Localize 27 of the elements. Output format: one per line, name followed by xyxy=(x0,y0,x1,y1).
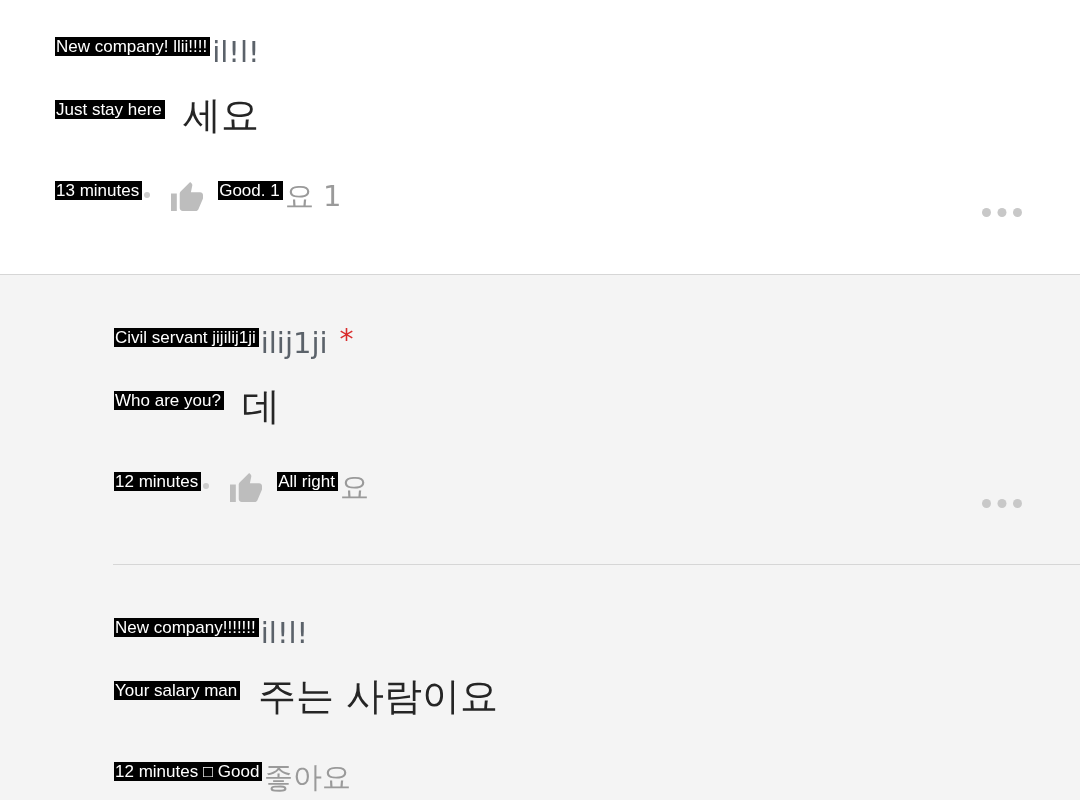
more-options-icon[interactable] xyxy=(982,499,1022,508)
asterisk-mark: * xyxy=(339,324,354,356)
username: il!l! xyxy=(212,36,260,68)
comment-text: 데 xyxy=(241,383,280,430)
translation-label: Your salary man xyxy=(114,680,241,700)
like-label: 좋아요 xyxy=(264,760,352,794)
translation-label: 12 minutes □ Good xyxy=(114,761,263,781)
translation-label: Who are you? xyxy=(114,390,224,410)
username: il!l! xyxy=(260,617,309,649)
like-label: 요 1 xyxy=(284,179,342,213)
username: ilij1ji xyxy=(260,327,328,359)
translation-label: New company! llii!!!! xyxy=(55,36,211,56)
comment-text: 주는 사람이요 xyxy=(258,673,499,720)
like-label: 요 xyxy=(339,470,369,504)
thumbs-up-icon[interactable] xyxy=(230,472,263,502)
translation-label: All right xyxy=(277,471,338,491)
translation-label: Civil servant jijilij1ji xyxy=(114,327,259,347)
dot-icon xyxy=(144,192,151,198)
translation-label: Good. 1 xyxy=(218,180,283,200)
translation-label: 12 minutes xyxy=(114,471,202,491)
thumbs-up-icon[interactable] xyxy=(171,181,204,211)
more-options-icon[interactable] xyxy=(982,208,1022,217)
translation-label: New company!!!!!!! xyxy=(114,617,259,637)
comment-text: 세요 xyxy=(182,92,259,139)
dot-icon xyxy=(203,483,210,489)
translation-label: Just stay here xyxy=(55,99,165,119)
translation-label: 13 minutes xyxy=(55,180,143,200)
